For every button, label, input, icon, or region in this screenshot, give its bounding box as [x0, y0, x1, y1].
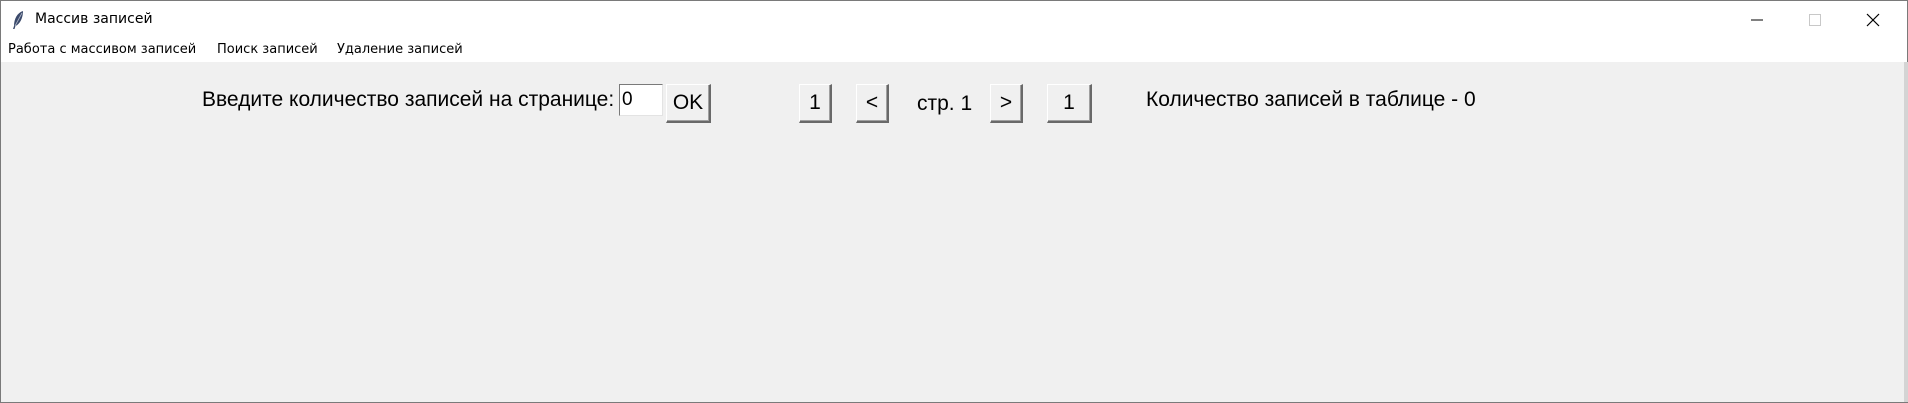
- minimize-button[interactable]: [1728, 1, 1786, 38]
- menu-search-records[interactable]: Поиск записей: [217, 42, 318, 57]
- close-icon: [1866, 13, 1880, 26]
- maximize-icon: [1809, 13, 1821, 26]
- maximize-button[interactable]: [1786, 1, 1844, 38]
- ok-button[interactable]: OK: [666, 84, 711, 123]
- prev-page-button[interactable]: <: [856, 84, 889, 123]
- close-button[interactable]: [1844, 1, 1902, 38]
- menu-delete-records[interactable]: Удаление записей: [337, 42, 463, 57]
- feather-icon: [13, 11, 23, 29]
- menu-bar: Работа с массивом записей Поиск записей …: [1, 38, 1907, 62]
- last-page-button[interactable]: 1: [1047, 84, 1092, 123]
- title-bar[interactable]: Массив записей: [1, 1, 1907, 38]
- next-page-button[interactable]: >: [990, 84, 1023, 123]
- records-per-page-label: Введите количество записей на странице:: [202, 88, 615, 111]
- total-records-label: Количество записей в таблице - 0: [1146, 88, 1476, 111]
- current-page-label: стр. 1: [917, 92, 973, 115]
- menu-records-array[interactable]: Работа с массивом записей: [8, 42, 196, 57]
- window-title: Массив записей: [35, 11, 153, 27]
- window-right-edge: [1904, 62, 1908, 402]
- first-page-button[interactable]: 1: [799, 84, 832, 123]
- records-per-page-input[interactable]: [619, 84, 663, 116]
- minimize-icon: [1751, 19, 1763, 20]
